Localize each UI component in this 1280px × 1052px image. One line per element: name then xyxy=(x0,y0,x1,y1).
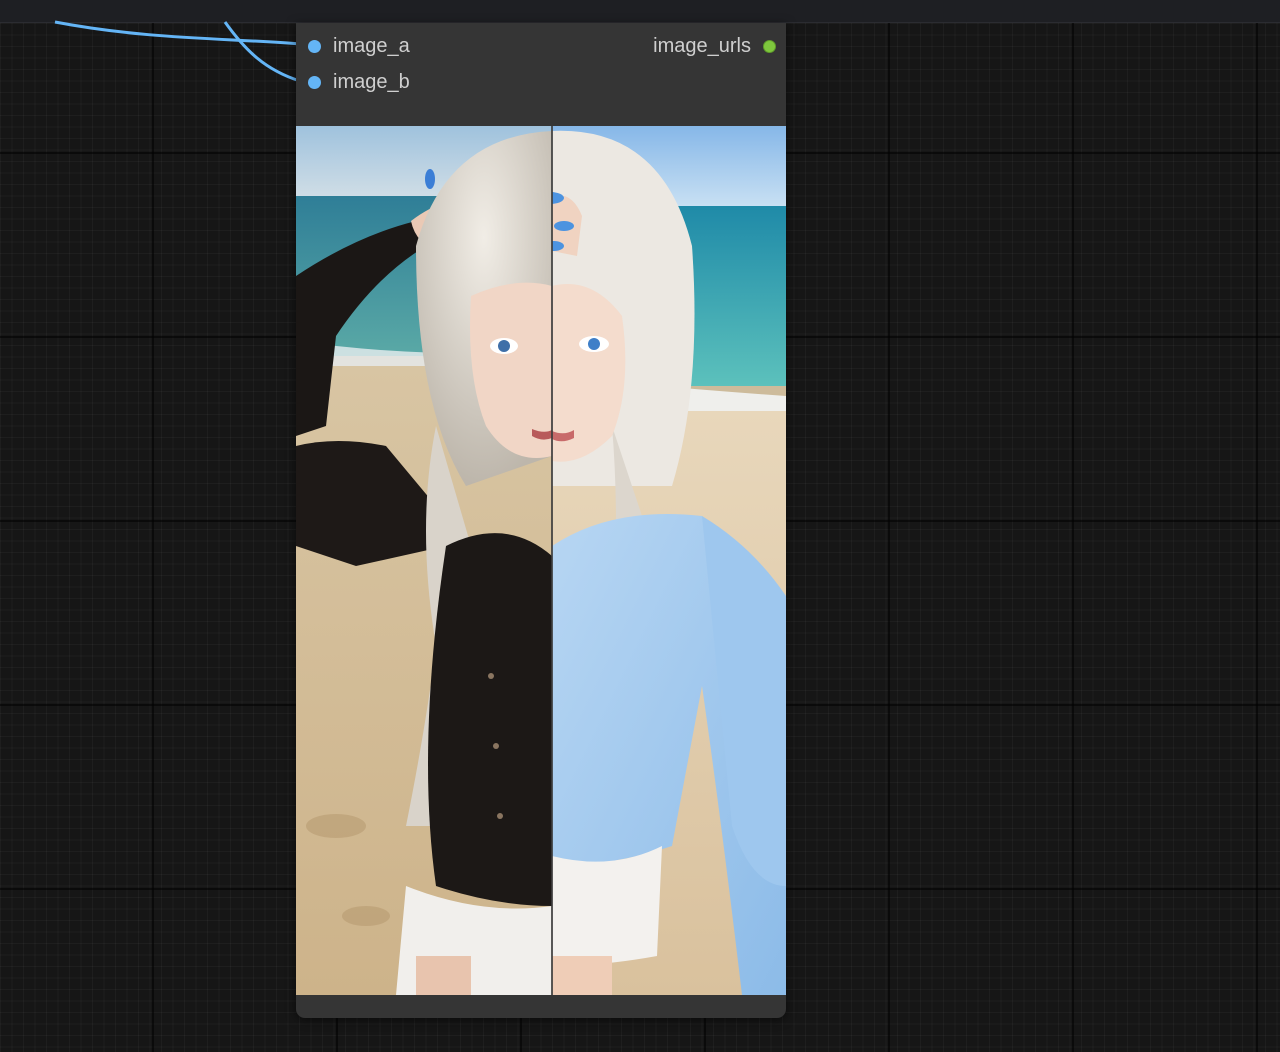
input-dot-icon[interactable] xyxy=(308,75,321,89)
preview-image-b xyxy=(552,126,786,995)
input-slot-label: image_b xyxy=(333,70,410,93)
output-dot-icon[interactable] xyxy=(763,39,776,53)
input-slot-label: image_a xyxy=(333,34,410,57)
image-compare-node[interactable]: image_a image_b image_urls xyxy=(296,23,786,1018)
input-dot-icon[interactable] xyxy=(308,39,321,53)
input-slot-image-b[interactable]: image_b xyxy=(308,70,410,94)
preview-image-a xyxy=(296,126,552,995)
output-slot-label: image_urls xyxy=(653,34,751,57)
top-menu-bar xyxy=(0,0,1280,23)
image-compare-preview[interactable] xyxy=(296,126,786,995)
output-slot-image-urls[interactable]: image_urls xyxy=(653,34,776,58)
input-slot-image-a[interactable]: image_a xyxy=(308,34,410,58)
compare-split-handle[interactable] xyxy=(551,126,553,995)
